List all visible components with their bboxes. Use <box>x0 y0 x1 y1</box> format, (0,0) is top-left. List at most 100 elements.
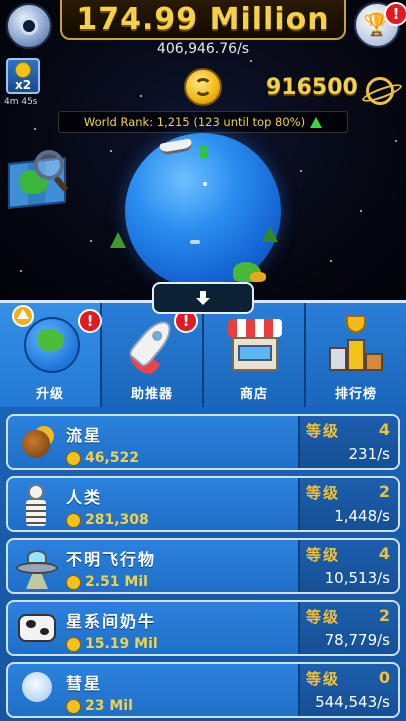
upgrade-name: 人类 <box>66 488 103 507</box>
coin-icon <box>184 68 222 106</box>
saturn-icon[interactable] <box>366 77 394 105</box>
ufo-icon <box>8 540 66 592</box>
upgrade-cost: 15.19 Mil <box>66 636 158 652</box>
arrow-down-icon <box>196 291 210 305</box>
level-label: 等级 <box>306 546 341 564</box>
coin-icon <box>15 62 31 78</box>
star <box>330 260 332 262</box>
sparkle <box>203 182 207 186</box>
star <box>34 128 36 130</box>
tab-shop[interactable]: 商店 <box>204 303 306 407</box>
tab-label: 排行榜 <box>334 387 377 402</box>
coin-icon <box>66 574 81 590</box>
coin-icon <box>66 450 81 466</box>
coin-icon <box>66 698 81 714</box>
upgrade-rate: 231/s <box>348 445 391 463</box>
bottom-panel: ! 升级 ! 助推器 商店 排行榜 流星 46,522 等级 4 231/s 人… <box>0 300 406 721</box>
upgrade-stats: 等级 0 544,543/s <box>298 664 398 716</box>
level-label: 等级 <box>306 422 341 440</box>
tab-leaderboard[interactable]: 排行榜 <box>306 303 406 407</box>
upgrade-stats: 等级 2 1,448/s <box>298 478 398 530</box>
fish-sprite <box>190 240 200 244</box>
level-value: 4 <box>378 544 390 563</box>
tab-bar: ! 升级 ! 助推器 商店 排行榜 <box>0 303 406 407</box>
upgrade-row-meteor[interactable]: 流星 46,522 等级 4 231/s <box>6 414 400 470</box>
upgrade-name: 流星 <box>66 426 103 445</box>
space-view: 174.99 Million 406,946.76/s 🏆 ! x2 4m 45… <box>0 0 406 300</box>
upgrade-row-cow[interactable]: 星系间奶牛 15.19 Mil 等级 2 78,779/s <box>6 600 400 656</box>
upgrade-row-ufo[interactable]: 不明飞行物 2.51 Mil 等级 4 10,513/s <box>6 538 400 594</box>
tab-label: 助推器 <box>130 387 173 402</box>
tab-boosters[interactable]: ! 助推器 <box>102 303 204 407</box>
alert-badge: ! <box>384 2 406 26</box>
gem-count: 916500 <box>266 75 358 100</box>
level-label: 等级 <box>306 608 341 626</box>
level-label: 等级 <box>306 670 341 688</box>
upgrade-rate: 544,543/s <box>315 693 390 711</box>
collapse-panel-button[interactable] <box>152 282 254 314</box>
upgrade-cost: 2.51 Mil <box>66 574 156 590</box>
star <box>90 240 92 242</box>
upgrade-row-comet[interactable]: 彗星 23 Mil 等级 0 544,543/s <box>6 662 400 718</box>
level-value: 2 <box>378 606 390 625</box>
upgrade-rate: 10,513/s <box>324 569 390 587</box>
boost-button[interactable]: x2 <box>6 58 40 94</box>
upgrade-rate: 1,448/s <box>334 507 390 525</box>
star <box>140 95 142 97</box>
income-rate: 406,946.76/s <box>156 41 250 57</box>
money-value: 174.99 Million <box>76 1 330 37</box>
meteor-icon <box>8 416 66 468</box>
upgrade-name: 星系间奶牛 <box>66 612 157 631</box>
settings-button[interactable] <box>6 3 52 49</box>
star <box>110 150 112 152</box>
world-rank-bar[interactable]: World Rank: 1,215 (123 until top 80%) <box>58 111 348 133</box>
star <box>360 210 362 212</box>
buoy-sprite <box>200 145 208 159</box>
achievements-button[interactable]: 🏆 ! <box>354 2 406 48</box>
tree-sprite <box>110 232 126 248</box>
upgrade-stats: 等级 4 231/s <box>298 416 398 468</box>
level-label: 等级 <box>306 484 341 502</box>
upgrade-cost: 281,308 <box>66 512 149 528</box>
upgrade-name: 不明飞行物 <box>66 550 157 569</box>
map-button[interactable] <box>4 150 70 210</box>
cow-icon <box>8 602 66 654</box>
tab-label: 升级 <box>35 387 64 402</box>
upgrade-row-human[interactable]: 人类 281,308 等级 2 1,448/s <box>6 476 400 532</box>
tab-upgrades[interactable]: ! 升级 <box>0 303 102 407</box>
tab-label: 商店 <box>239 387 268 402</box>
alert-badge: ! <box>78 309 102 333</box>
arrow-up-icon <box>12 305 34 327</box>
star <box>250 60 252 62</box>
trophy-icon <box>346 315 366 333</box>
level-value: 0 <box>378 668 390 687</box>
upgrade-rate: 78,779/s <box>324 631 390 649</box>
star <box>300 170 302 172</box>
star <box>20 270 22 272</box>
upgrade-cost: 46,522 <box>66 450 139 466</box>
coin-icon <box>66 512 81 528</box>
podium-icon <box>326 315 386 373</box>
skeleton-icon <box>8 478 66 530</box>
level-value: 4 <box>378 420 390 439</box>
rocket-icon: ! <box>122 309 198 379</box>
upgrade-stats: 等级 2 78,779/s <box>298 602 398 654</box>
upgrade-name: 彗星 <box>66 674 103 693</box>
arrow-up-icon <box>310 116 323 128</box>
tree-sprite <box>262 226 278 242</box>
boost-label: x2 <box>14 78 32 92</box>
upgrade-stats: 等级 4 10,513/s <box>298 540 398 592</box>
money-display: 174.99 Million <box>60 0 346 40</box>
star <box>395 140 397 142</box>
upgrade-cost: 23 Mil <box>66 698 133 714</box>
earth-icon: ! <box>12 305 102 373</box>
magnifier-icon <box>34 150 64 180</box>
world-rank-text: World Rank: 1,215 (123 until top 80%) <box>83 115 306 129</box>
upgrade-list: 流星 46,522 等级 4 231/s 人类 281,308 等级 2 1,4… <box>6 414 400 721</box>
boost-timer: 4m 45s <box>4 97 38 107</box>
level-value: 2 <box>378 482 390 501</box>
gear-icon <box>20 17 38 35</box>
coin-icon <box>66 636 81 652</box>
comet-icon <box>8 664 66 716</box>
shop-icon <box>224 315 284 373</box>
